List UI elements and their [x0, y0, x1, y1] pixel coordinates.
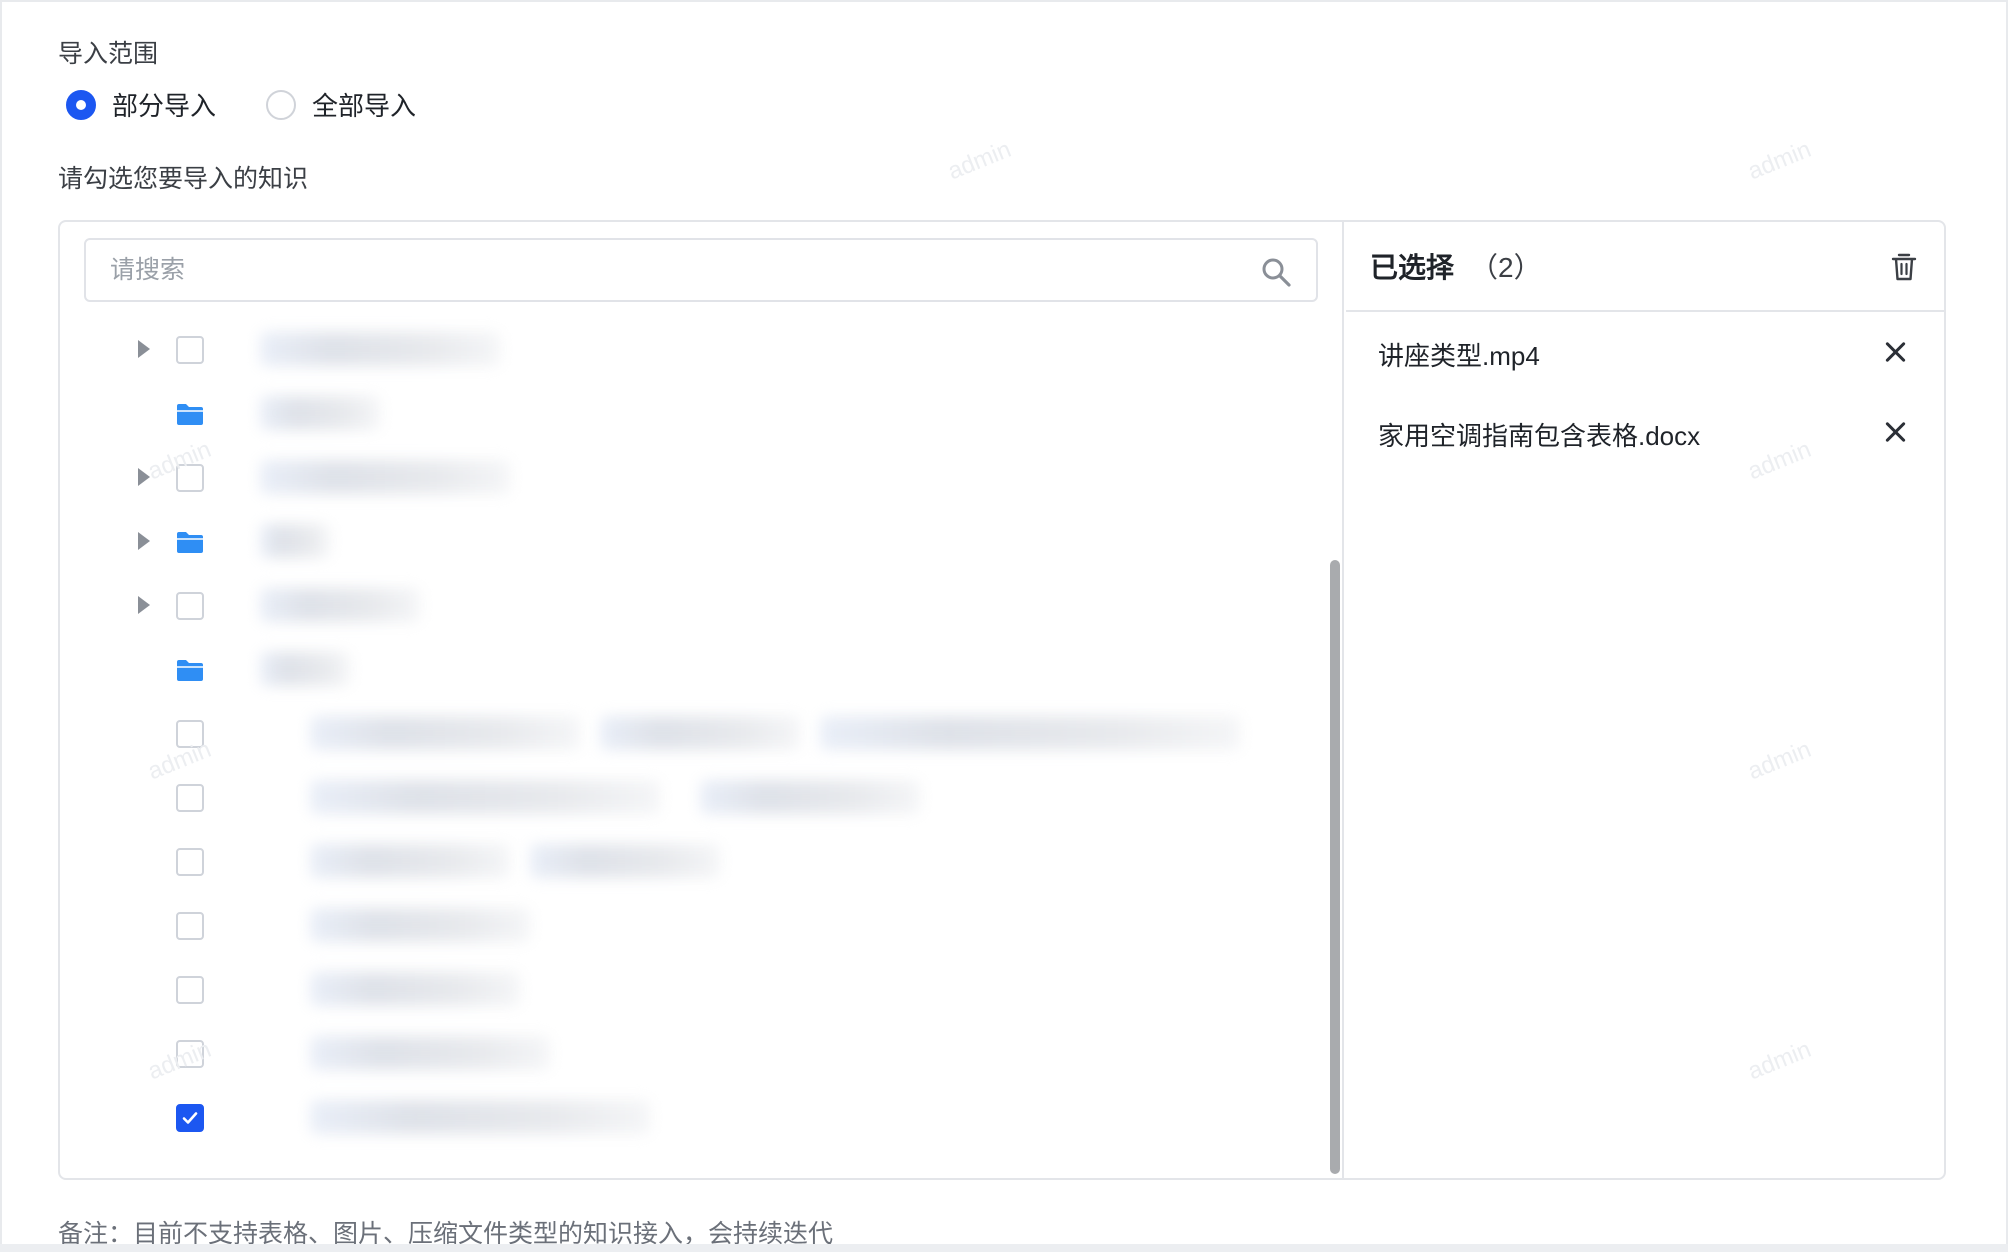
tree-node-checkbox[interactable] [176, 912, 204, 940]
trash-icon[interactable] [1890, 252, 1918, 282]
tree-scrollbar[interactable] [1330, 560, 1340, 1174]
tree-node[interactable] [60, 1022, 1320, 1086]
close-icon[interactable] [1884, 420, 1908, 444]
folder-icon [177, 404, 203, 425]
tree-node[interactable] [60, 1086, 1320, 1150]
caret-right-icon[interactable] [138, 468, 150, 486]
import-range-label: 导入范围 [58, 40, 159, 68]
tree-node-label [820, 716, 1240, 750]
tree-node-checkbox[interactable] [176, 1104, 204, 1132]
select-knowledge-prompt: 请勾选您要导入的知识 [58, 165, 309, 193]
tree-node[interactable] [60, 638, 1320, 702]
close-icon[interactable] [1884, 340, 1908, 364]
knowledge-tree-pane [60, 222, 1344, 1178]
tree-node-label [600, 716, 800, 750]
tree-node-checkbox[interactable] [176, 784, 204, 812]
radio-full-label[interactable]: 全部导入 [312, 86, 416, 123]
tree-node-label [260, 652, 350, 686]
watermark: admin [944, 135, 1015, 186]
tree-node-checkbox[interactable] [176, 464, 204, 492]
checkmark-icon [182, 1112, 198, 1124]
selected-header: 已选择 （2） [1346, 222, 1944, 312]
tree-node[interactable] [60, 510, 1320, 574]
radio-partial-import[interactable]: 部分导入 [66, 86, 216, 123]
tree-node-label [260, 588, 420, 622]
tree-node-label [310, 972, 520, 1006]
tree-node-label [260, 524, 330, 558]
radio-full-circle[interactable] [266, 89, 297, 120]
tree-node-checkbox[interactable] [176, 592, 204, 620]
tree-node-label [260, 460, 510, 494]
caret-right-icon[interactable] [138, 340, 150, 358]
tree-node-label [310, 908, 530, 942]
tree-node-checkbox[interactable] [176, 1040, 204, 1068]
tree-node[interactable] [60, 894, 1320, 958]
tree-node[interactable] [60, 574, 1320, 638]
selected-item-name: 家用空调指南包含表格.docx [1378, 420, 1701, 451]
tree-node-label [530, 844, 720, 878]
tree-node-label [310, 1100, 650, 1134]
import-knowledge-panel: 导入范围 部分导入 全部导入 请勾选您要导入的知识 已选择 [0, 0, 2008, 1252]
tree-node[interactable] [60, 958, 1320, 1022]
tree-node-label [310, 844, 510, 878]
radio-full-import[interactable]: 全部导入 [266, 86, 416, 123]
caret-right-icon[interactable] [138, 596, 150, 614]
selected-list: 讲座类型.mp4 家用空调指南包含表格.docx [1346, 314, 1944, 474]
tree-node-checkbox[interactable] [176, 976, 204, 1004]
selected-count: （2） [1470, 252, 1542, 283]
tree-node[interactable] [60, 766, 1320, 830]
folder-icon [177, 532, 203, 553]
radio-partial-circle[interactable] [66, 89, 96, 120]
tree-node-label [260, 396, 380, 430]
tree-node-checkbox[interactable] [176, 848, 204, 876]
search-box[interactable] [84, 238, 1318, 302]
selected-item: 家用空调指南包含表格.docx [1346, 394, 1944, 474]
knowledge-tree [60, 318, 1320, 1178]
tree-node[interactable] [60, 318, 1320, 382]
bottom-bar [0, 1244, 2008, 1252]
transfer-box: 已选择 （2） 讲座类型.mp4 家用空调指南包含表格.docx [58, 220, 1946, 1180]
tree-node-label [310, 716, 580, 750]
tree-node-label [310, 1036, 550, 1070]
tree-node[interactable] [60, 830, 1320, 894]
selected-item-name: 讲座类型.mp4 [1378, 340, 1540, 371]
tree-node-label [700, 780, 920, 814]
tree-node-label [260, 332, 500, 366]
tree-node-checkbox[interactable] [176, 336, 204, 364]
tree-node[interactable] [60, 446, 1320, 510]
selected-pane: 已选择 （2） 讲座类型.mp4 家用空调指南包含表格.docx [1346, 222, 1944, 1178]
tree-node-checkbox[interactable] [176, 720, 204, 748]
folder-icon [177, 660, 203, 681]
selected-title: 已选择 [1370, 252, 1455, 283]
selected-item: 讲座类型.mp4 [1346, 314, 1944, 394]
tree-node[interactable] [60, 702, 1320, 766]
caret-right-icon[interactable] [138, 532, 150, 550]
radio-partial-label[interactable]: 部分导入 [112, 86, 216, 123]
search-icon[interactable] [1260, 256, 1292, 288]
watermark: admin [1744, 135, 1815, 186]
search-input[interactable] [110, 255, 1210, 285]
import-range-radio-group: 部分导入 全部导入 [66, 86, 466, 123]
tree-node-label [310, 780, 660, 814]
tree-node[interactable] [60, 382, 1320, 446]
